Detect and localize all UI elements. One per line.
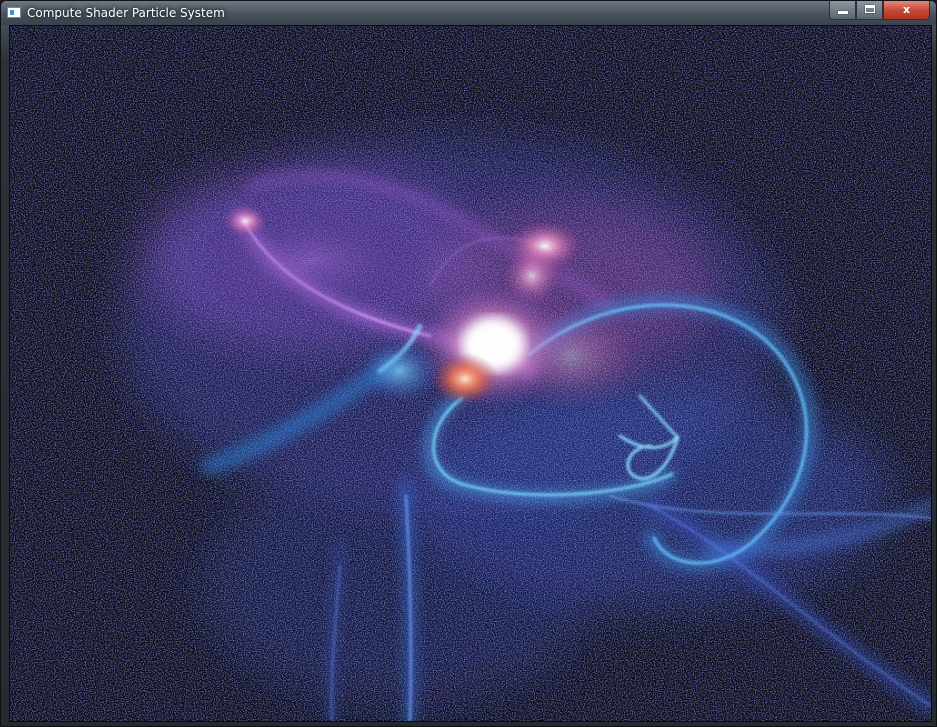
render-viewport[interactable] — [9, 25, 932, 722]
minimize-icon — [838, 11, 848, 14]
maximize-icon — [865, 5, 875, 13]
close-button[interactable]: x — [883, 1, 930, 20]
particle-scene — [10, 26, 931, 721]
app-window: Compute Shader Particle System x — [0, 0, 937, 727]
app-window-icon[interactable] — [7, 7, 21, 18]
maximize-button[interactable] — [856, 1, 883, 20]
caption-buttons: x — [829, 1, 930, 21]
minimize-button[interactable] — [829, 1, 856, 20]
window-title: Compute Shader Particle System — [27, 6, 225, 20]
close-icon: x — [902, 3, 911, 16]
title-bar[interactable]: Compute Shader Particle System x — [1, 1, 936, 25]
